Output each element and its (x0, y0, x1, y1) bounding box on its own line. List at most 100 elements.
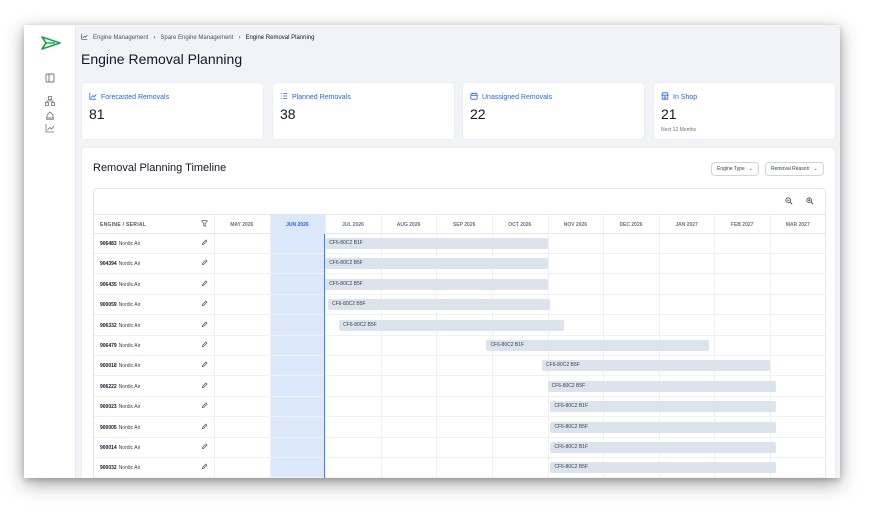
breadcrumb-current: Engine Removal Planning (245, 34, 315, 41)
card-value: 38 (280, 106, 296, 122)
table-row[interactable]: 906435 Nordic Air CF6-80C2 B5F (94, 275, 825, 295)
engine-type-filter[interactable]: Engine Type ⌄ (711, 162, 759, 176)
engine-serial: 906222 Nordic Air (100, 384, 140, 390)
card-forecasted-removals[interactable]: Forecasted Removals 81 (81, 82, 264, 140)
table-row[interactable]: 900032 Nordic Air CF6-80C2 B5F (94, 458, 825, 478)
operator-name: Nordic Air (118, 343, 141, 349)
card-label: Planned Removals (292, 93, 351, 101)
removal-bar[interactable]: CF6-80C2 B5F (327, 299, 551, 311)
panel-toggle-icon[interactable] (44, 73, 55, 84)
card-in-shop[interactable]: In Shop 21 Next 12 Months (653, 82, 836, 140)
table-row[interactable]: 900023 Nordic Air CF6-80C2 B1F (94, 397, 825, 418)
operator-name: Nordic Air (118, 241, 141, 247)
removal-bar[interactable]: CF6-80C2 B1F (486, 340, 709, 351)
edit-pencil-icon[interactable] (201, 423, 208, 432)
edit-pencil-icon[interactable] (201, 300, 208, 309)
table-row[interactable]: 900018 Nordic Air CF6-80C2 B5F (94, 356, 825, 377)
month-header: OCT 2026 (508, 222, 532, 228)
filter-label: Engine Type (717, 166, 745, 172)
engine-serial: 906483 Nordic Air (100, 241, 140, 247)
operator-name: Nordic Air (118, 281, 141, 288)
analytics-icon[interactable] (44, 123, 55, 134)
edit-pencil-icon[interactable] (201, 341, 208, 350)
month-header: SEP 2026 (452, 222, 476, 228)
today-marker (324, 234, 326, 478)
removal-bar[interactable]: CF6-80C2 B5F (550, 421, 776, 433)
card-label: Forecasted Removals (101, 93, 170, 101)
operator-name: Nordic Air (118, 363, 141, 370)
engine-serial: 900018 Nordic Air (100, 363, 140, 369)
edit-pencil-icon[interactable] (201, 239, 208, 248)
edit-pencil-icon[interactable] (201, 280, 208, 289)
removal-bar[interactable]: CF6-80C2 B5F (325, 278, 548, 290)
org-chart-icon[interactable] (44, 96, 55, 107)
removal-bar[interactable]: CF6-80C2 B5F (339, 319, 565, 331)
breadcrumb-spare-engine-management[interactable]: Spare Engine Management (160, 35, 233, 41)
table-row[interactable]: 904394 Nordic Air CF6-80C2 B5F (94, 254, 825, 275)
timeline-panel: Removal Planning Timeline Engine Type ⌄ … (81, 147, 836, 478)
serial-number: 906222 (100, 383, 117, 390)
serial-number: 906435 (100, 281, 117, 288)
removal-bar[interactable]: CF6-80C2 B5F (542, 360, 770, 372)
card-planned-removals[interactable]: Planned Removals 38 (272, 82, 455, 140)
chevron-down-icon: ⌄ (813, 166, 818, 172)
removal-bar[interactable]: CF6-80C2 B1F (325, 238, 548, 249)
operator-name: Nordic Air (118, 424, 141, 431)
edit-pencil-icon[interactable] (201, 402, 208, 411)
table-row[interactable]: 906222 Nordic Air CF6-80C2 B5F (94, 377, 825, 397)
edit-pencil-icon[interactable] (201, 463, 208, 472)
month-header: MAY 2026 (230, 222, 254, 228)
removal-bar[interactable]: CF6-80C2 B5F (325, 258, 548, 270)
engine-serial: 904394 Nordic Air (100, 261, 140, 267)
chevron-down-icon: ⌄ (748, 166, 753, 172)
chevron-right-icon: › (153, 34, 156, 41)
app-logo-icon (41, 36, 61, 50)
serial-number: 906479 (100, 343, 117, 349)
engine-serial: 906435 Nordic Air (100, 282, 140, 288)
edit-pencil-icon[interactable] (201, 259, 208, 268)
removal-bar[interactable]: CF6-80C2 B1F (550, 401, 776, 413)
removal-reason-filter[interactable]: Removal Reason ⌄ (765, 162, 824, 176)
operator-name: Nordic Air (118, 302, 141, 309)
filter-icon[interactable] (201, 220, 208, 229)
fleet-icon[interactable] (44, 110, 55, 121)
engine-serial: 900005 Nordic Air (100, 425, 140, 431)
table-row[interactable]: 906483 Nordic Air CF6-80C2 B1F (94, 234, 825, 254)
card-label: Unassigned Removals (482, 93, 553, 101)
month-header: DEC 2026 (619, 222, 643, 228)
edit-pencil-icon[interactable] (201, 361, 208, 370)
page-title: Engine Removal Planning (81, 51, 243, 67)
app-window: Engine Management › Spare Engine Managem… (24, 25, 840, 478)
edit-pencil-icon[interactable] (201, 382, 208, 391)
month-header: FEB 2027 (730, 222, 754, 228)
operator-name: Nordic Air (118, 261, 141, 268)
engine-serial-header: ENGINE / SERIAL (100, 222, 147, 228)
removal-bar[interactable]: CF6-80C2 B1F (550, 442, 776, 453)
list-icon (280, 92, 288, 102)
month-header: NOV 2026 (563, 222, 588, 228)
card-value: 21 (661, 106, 677, 122)
engine-serial: 906479 Nordic Air (100, 343, 140, 349)
edit-pencil-icon[interactable] (201, 321, 208, 330)
table-row[interactable]: 900005 Nordic Air CF6-80C2 B5F (94, 418, 825, 438)
engine-serial: 900014 Nordic Air (100, 445, 140, 451)
table-row[interactable]: 900014 Nordic Air CF6-80C2 B1F (94, 438, 825, 458)
engine-serial: 900023 Nordic Air (100, 404, 140, 410)
filter-label: Removal Reason (771, 166, 810, 172)
side-rail (24, 25, 76, 478)
month-header: AUG 2026 (396, 222, 421, 228)
table-row[interactable]: 906332 Nordic Air CF6-80C2 B5F (94, 316, 825, 336)
month-header: MAR 2027 (785, 222, 810, 228)
zoom-out-icon[interactable] (784, 197, 794, 207)
serial-number: 906332 (100, 322, 117, 329)
zoom-in-icon[interactable] (805, 197, 815, 207)
edit-pencil-icon[interactable] (201, 443, 208, 452)
operator-name: Nordic Air (118, 322, 141, 329)
table-row[interactable]: 906479 Nordic Air CF6-80C2 B1F (94, 336, 825, 356)
month-header: JAN 2027 (675, 222, 698, 228)
removal-bar[interactable]: CF6-80C2 B5F (550, 462, 776, 474)
breadcrumb-engine-management[interactable]: Engine Management (93, 35, 148, 41)
card-unassigned-removals[interactable]: Unassigned Removals 22 (462, 82, 645, 140)
table-row[interactable]: 900059 Nordic Air CF6-80C2 B5F (94, 295, 825, 316)
removal-bar[interactable]: CF6-80C2 B5F (547, 380, 776, 392)
